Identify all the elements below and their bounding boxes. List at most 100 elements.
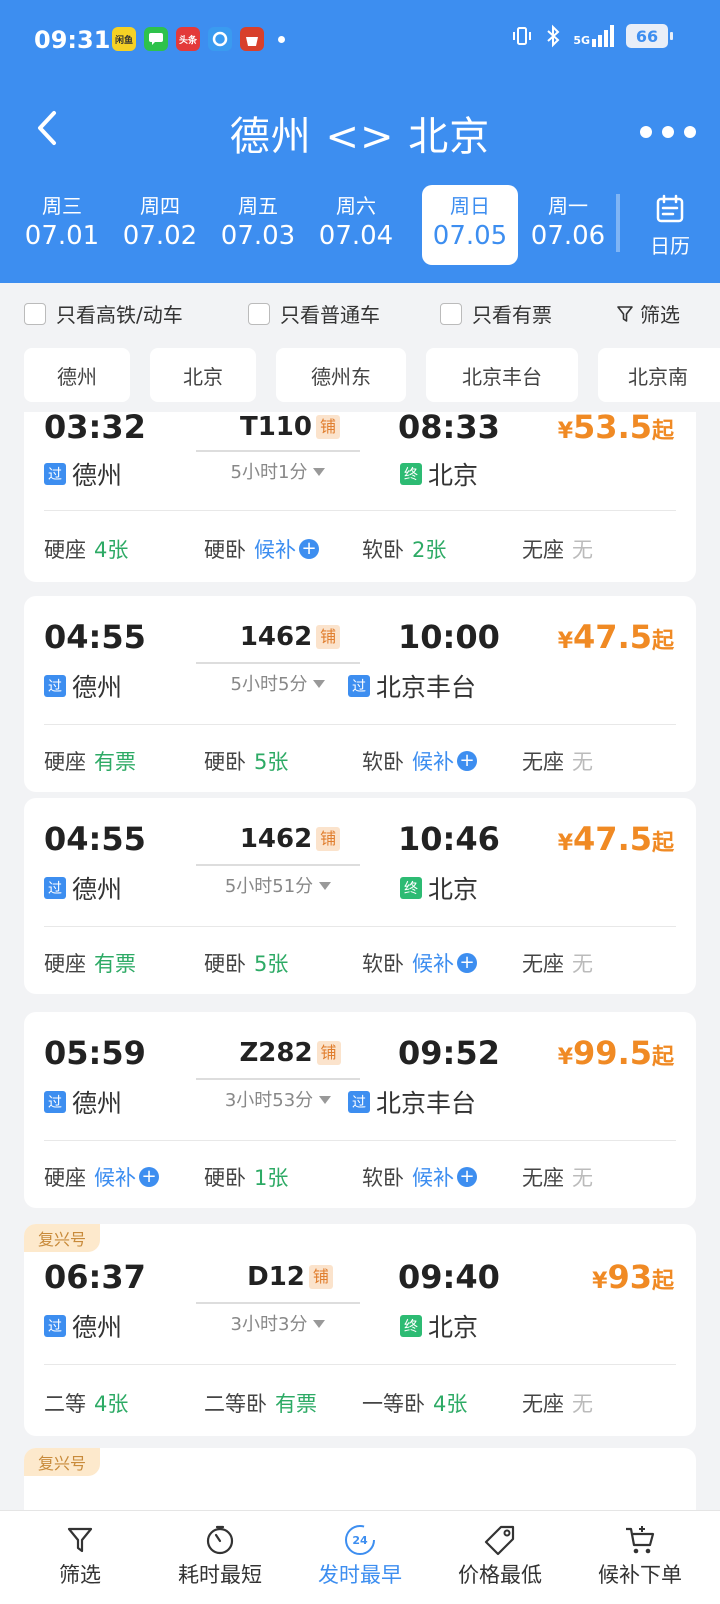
- seat-type: 无座: [522, 1166, 564, 1190]
- seat-info[interactable]: 软卧 候补 +: [362, 746, 477, 776]
- departure-time: 03:32: [44, 412, 146, 446]
- duration-text: 3小时3分: [230, 1314, 308, 1335]
- only-putong-checkbox[interactable]: 只看普通车: [248, 299, 380, 328]
- date-tab[interactable]: 周五 07.03: [208, 185, 308, 265]
- duration[interactable]: 5小时1分: [196, 450, 360, 484]
- price-currency: ¥: [592, 1269, 608, 1294]
- add-waitlist-icon[interactable]: +: [457, 751, 477, 771]
- checkbox-box[interactable]: [248, 302, 270, 325]
- nav-filter[interactable]: 筛选: [8, 1521, 152, 1589]
- card-divider: [44, 1140, 676, 1141]
- station-chips: 德州 北京 德州东 北京丰台 北京南: [0, 348, 720, 404]
- xianyu-app-icon: 闲鱼: [112, 27, 136, 51]
- card-divider: [44, 510, 676, 511]
- date-weekday: 周三: [42, 194, 82, 218]
- arrival-time: 10:46: [398, 820, 500, 858]
- top-header: 09:31 闲鱼 头条 5G 66 德州 <> 北京 周三 07.01 周四 0…: [0, 0, 720, 283]
- date-tab[interactable]: 周一 07.06: [518, 185, 618, 265]
- price-currency: ¥: [557, 629, 574, 654]
- price-tag-icon: [484, 1525, 515, 1556]
- train-card[interactable]: 复兴号: [24, 1448, 696, 1510]
- checkbox-label: 只看普通车: [280, 303, 380, 327]
- train-card[interactable]: 复兴号 06:37 D12 铺 3小时3分 09:40 ¥93起 过德州 终北京 …: [24, 1224, 696, 1436]
- filter-icon: [617, 305, 633, 322]
- fuxing-badge: 复兴号: [24, 1448, 101, 1476]
- calendar-icon: [656, 194, 684, 223]
- duration-text: 5小时5分: [230, 674, 308, 695]
- seat-info: 无座无: [522, 1162, 593, 1192]
- seat-availability: 4张: [94, 1392, 129, 1416]
- price: ¥53.5起: [558, 412, 674, 446]
- price: ¥93起: [592, 1258, 674, 1296]
- seat-info[interactable]: 软卧 候补 +: [362, 1162, 477, 1192]
- seat-type: 软卧: [362, 750, 404, 774]
- price-value: 53.5: [573, 412, 652, 446]
- nav-shortest-duration[interactable]: 耗时最短: [148, 1521, 292, 1589]
- caret-down-icon: [319, 882, 332, 890]
- station-chip[interactable]: 北京南: [598, 348, 720, 402]
- more-menu-button[interactable]: [640, 126, 696, 138]
- pass-tag: 过: [44, 463, 66, 485]
- battery-icon: 66: [626, 24, 673, 48]
- nav-label: 候补下单: [598, 1563, 682, 1587]
- train-card[interactable]: 04:55 1462 铺 5小时51分 10:46 ¥47.5起 过德州 终北京 …: [24, 798, 696, 994]
- departure-time: 06:37: [44, 1258, 146, 1296]
- duration[interactable]: 5小时5分: [196, 662, 360, 696]
- station-chip[interactable]: 北京丰台: [426, 348, 578, 402]
- checkbox-box[interactable]: [440, 302, 462, 325]
- price-value: 93: [607, 1258, 652, 1296]
- seat-availability: 无: [572, 1166, 593, 1190]
- add-waitlist-icon[interactable]: +: [457, 1167, 477, 1187]
- duration[interactable]: 3小时53分: [196, 1078, 360, 1112]
- seat-info: 无座无: [522, 948, 593, 978]
- shopping-app-icon: [240, 27, 264, 51]
- seat-type: 无座: [522, 750, 564, 774]
- station-chip[interactable]: 德州东: [276, 348, 406, 402]
- date-tab[interactable]: 周六 07.04: [306, 185, 406, 265]
- station-chip[interactable]: 北京: [150, 348, 256, 402]
- status-bar: 09:31 闲鱼 头条 5G 66: [0, 0, 720, 80]
- date-tab-selected[interactable]: 周日 07.05: [422, 185, 518, 265]
- date-tab[interactable]: 周三 07.01: [12, 185, 112, 265]
- calendar-button[interactable]: 日历: [630, 194, 710, 259]
- only-gaotie-checkbox[interactable]: 只看高铁/动车: [24, 299, 183, 328]
- date-tab[interactable]: 周四 07.02: [110, 185, 210, 265]
- price-value: 47.5: [573, 618, 652, 656]
- arrival-time: 09:52: [398, 1034, 500, 1072]
- price-currency: ¥: [557, 831, 574, 856]
- train-card[interactable]: 05:59 Z282 铺 3小时53分 09:52 ¥99.5起 过德州 过北京丰…: [24, 1012, 696, 1208]
- duration[interactable]: 3小时3分: [196, 1302, 360, 1336]
- nav-earliest-departure[interactable]: 24 发时最早: [288, 1521, 432, 1589]
- filter-label: 筛选: [640, 303, 680, 327]
- seat-info[interactable]: 硬卧 候补 +: [204, 534, 319, 564]
- seat-info[interactable]: 硬座 候补 +: [44, 1162, 159, 1192]
- train-card[interactable]: 03:32 T110 铺 5小时1分 08:33 ¥53.5起 过德州 终北京 硬…: [24, 412, 696, 582]
- arrival-station: 终北京: [400, 456, 478, 492]
- checkbox-box[interactable]: [24, 302, 46, 325]
- seat-info: 硬卧 1张: [204, 1162, 288, 1192]
- price-value: 99.5: [573, 1034, 652, 1072]
- add-waitlist-icon[interactable]: +: [139, 1167, 159, 1187]
- seat-type: 硬卧: [204, 750, 246, 774]
- add-waitlist-icon[interactable]: +: [457, 953, 477, 973]
- seat-availability: 有票: [94, 952, 136, 976]
- add-waitlist-icon[interactable]: +: [299, 539, 319, 559]
- station-chip[interactable]: 德州: [24, 348, 130, 402]
- departure-station: 过德州: [44, 1308, 122, 1344]
- duration[interactable]: 5小时51分: [196, 864, 360, 898]
- status-time: 09:31: [34, 26, 111, 54]
- seat-info[interactable]: 软卧 候补 +: [362, 948, 477, 978]
- train-number: T110 铺: [220, 412, 360, 442]
- train-card[interactable]: 04:55 1462 铺 5小时5分 10:00 ¥47.5起 过德州 过北京丰台…: [24, 596, 696, 792]
- arrival-station: 终北京: [400, 870, 478, 906]
- message-app-icon: [144, 27, 168, 51]
- notification-dot-icon: [278, 35, 285, 43]
- only-youpiao-checkbox[interactable]: 只看有票: [440, 299, 552, 328]
- train-list[interactable]: 03:32 T110 铺 5小时1分 08:33 ¥53.5起 过德州 终北京 硬…: [0, 412, 720, 1510]
- nav-lowest-price[interactable]: 价格最低: [428, 1521, 572, 1589]
- filter-button[interactable]: 筛选: [616, 299, 680, 328]
- bunk-badge: 铺: [316, 625, 341, 649]
- nav-waitlist-order[interactable]: 候补下单: [568, 1521, 712, 1589]
- seat-type: 软卧: [362, 952, 404, 976]
- date-weekday: 周四: [140, 194, 180, 218]
